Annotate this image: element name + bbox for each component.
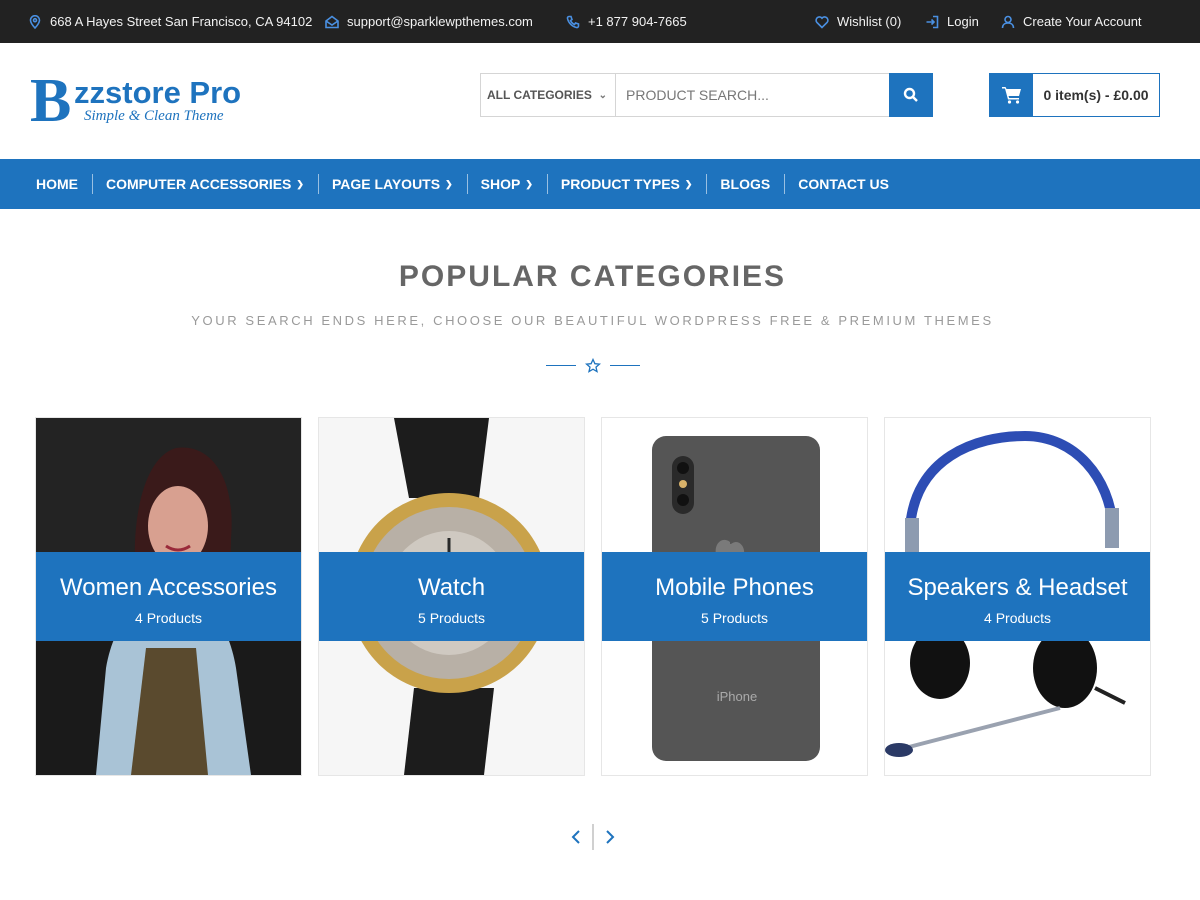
chevron-down-icon: ❯ (296, 178, 304, 189)
category-name[interactable]: Speakers & Headset (885, 574, 1150, 602)
category-name[interactable]: Mobile Phones (602, 574, 867, 602)
category-overlay: Watch 5 Products (319, 552, 584, 641)
location-pin-icon (29, 14, 41, 29)
address-text: 668 A Hayes Street San Francisco, CA 941… (50, 14, 313, 29)
email-info[interactable]: support@sparklewpthemes.com (325, 0, 533, 43)
logo-tagline: Simple & Clean Theme (84, 108, 224, 124)
logo-letter: B (30, 67, 72, 135)
chevron-left-icon (571, 830, 580, 844)
nav-label: COMPUTER ACCESSORIES (106, 176, 292, 192)
chevron-down-icon: ⌄ (598, 89, 607, 101)
wishlist-label[interactable]: Wishlist (0) (837, 14, 901, 29)
category-select-value: ALL CATEGORIES (487, 88, 592, 102)
chevron-down-icon: ❯ (445, 178, 453, 189)
search-button[interactable] (889, 73, 933, 117)
nav-item-home[interactable]: HOME (22, 159, 92, 209)
site-header: B zzstore Pro Simple & Clean Theme ALL C… (0, 43, 1200, 159)
divider-line (546, 365, 576, 366)
section-subtitle: YOUR SEARCH ENDS HERE, CHOOSE OUR BEAUTI… (191, 313, 994, 328)
category-count: 5 Products (418, 610, 485, 626)
nav-item-shop[interactable]: SHOP ❯ (466, 159, 547, 209)
site-logo[interactable]: B zzstore Pro Simple & Clean Theme (30, 67, 270, 135)
nav-label: BLOGS (720, 176, 771, 192)
category-card-speakers-headset[interactable]: Speakers & Headset 4 Products (884, 417, 1151, 776)
pager-separator (592, 824, 594, 850)
cart-summary: 0 item(s) - £0.00 (1043, 87, 1149, 103)
wishlist-link[interactable]: Wishlist (0) (815, 0, 901, 43)
phone-brand-text: iPhone (717, 689, 757, 704)
section-divider (546, 356, 640, 376)
chevron-down-icon: ❯ (684, 178, 693, 189)
top-bar: 668 A Hayes Street San Francisco, CA 941… (0, 0, 1200, 43)
category-card-women-accessories[interactable]: Women Accessories 4 Products (35, 417, 302, 776)
nav-item-blogs[interactable]: BLOGS (706, 159, 784, 209)
user-icon (1001, 15, 1015, 28)
nav-item-product-types[interactable]: PRODUCT TYPES ❯ (546, 159, 707, 209)
create-account-link[interactable]: Create Your Account (1001, 0, 1142, 43)
category-count: 5 Products (701, 610, 768, 626)
category-card-mobile-phones[interactable]: iPhone Mobile Phones 5 Products (601, 417, 868, 776)
product-search-form: ALL CATEGORIES ⌄ (480, 73, 933, 117)
shopping-cart-icon (1001, 87, 1021, 104)
category-overlay: Speakers & Headset 4 Products (885, 552, 1150, 641)
login-label[interactable]: Login (947, 14, 979, 29)
logo-title: zzstore Pro (74, 75, 242, 110)
chevron-down-icon: ❯ (525, 178, 533, 189)
section-title: POPULAR CATEGORIES (398, 260, 787, 293)
phone-info[interactable]: +1 877 904-7665 (566, 0, 687, 43)
nav-label: PRODUCT TYPES (560, 176, 680, 192)
search-icon (903, 87, 918, 102)
category-count: 4 Products (135, 610, 202, 626)
category-select[interactable]: ALL CATEGORIES ⌄ (481, 74, 616, 116)
address-info: 668 A Hayes Street San Francisco, CA 941… (28, 0, 312, 43)
category-count: 4 Products (984, 610, 1051, 626)
heart-icon (815, 15, 829, 29)
cart-button[interactable]: 0 item(s) - £0.00 (989, 73, 1160, 117)
login-link[interactable]: Login (925, 0, 979, 43)
main-navigation: HOME COMPUTER ACCESSORIES ❯ PAGE LAYOUTS ❯… (0, 159, 1200, 209)
create-account-label[interactable]: Create Your Account (1023, 14, 1142, 29)
chevron-right-icon (606, 830, 615, 844)
nav-label: CONTACT US (798, 176, 889, 192)
divider-line (610, 365, 640, 366)
envelope-icon (325, 15, 339, 28)
carousel-pager (563, 822, 623, 852)
sign-in-icon (926, 15, 939, 28)
nav-label: SHOP (480, 176, 521, 192)
carousel-prev-button[interactable] (566, 826, 586, 848)
nav-label: HOME (36, 176, 78, 192)
category-overlay: Mobile Phones 5 Products (602, 552, 867, 641)
star-icon (585, 358, 601, 373)
nav-label: PAGE LAYOUTS (331, 176, 441, 192)
email-link[interactable]: support@sparklewpthemes.com (347, 14, 533, 29)
nav-item-computer-accessories[interactable]: COMPUTER ACCESSORIES ❯ (92, 159, 318, 209)
carousel-next-button[interactable] (600, 826, 620, 848)
category-name[interactable]: Watch (319, 574, 584, 602)
phone-number[interactable]: +1 877 904-7665 (588, 14, 687, 29)
phone-icon (566, 15, 580, 28)
cart-icon-box (990, 74, 1033, 116)
nav-item-page-layouts[interactable]: PAGE LAYOUTS ❯ (317, 159, 467, 209)
search-input[interactable] (616, 74, 889, 116)
category-name[interactable]: Women Accessories (36, 574, 301, 602)
category-card-watch[interactable]: Watch 5 Products (318, 417, 585, 776)
nav-item-contact-us[interactable]: CONTACT US (784, 159, 903, 209)
category-overlay: Women Accessories 4 Products (36, 552, 301, 641)
